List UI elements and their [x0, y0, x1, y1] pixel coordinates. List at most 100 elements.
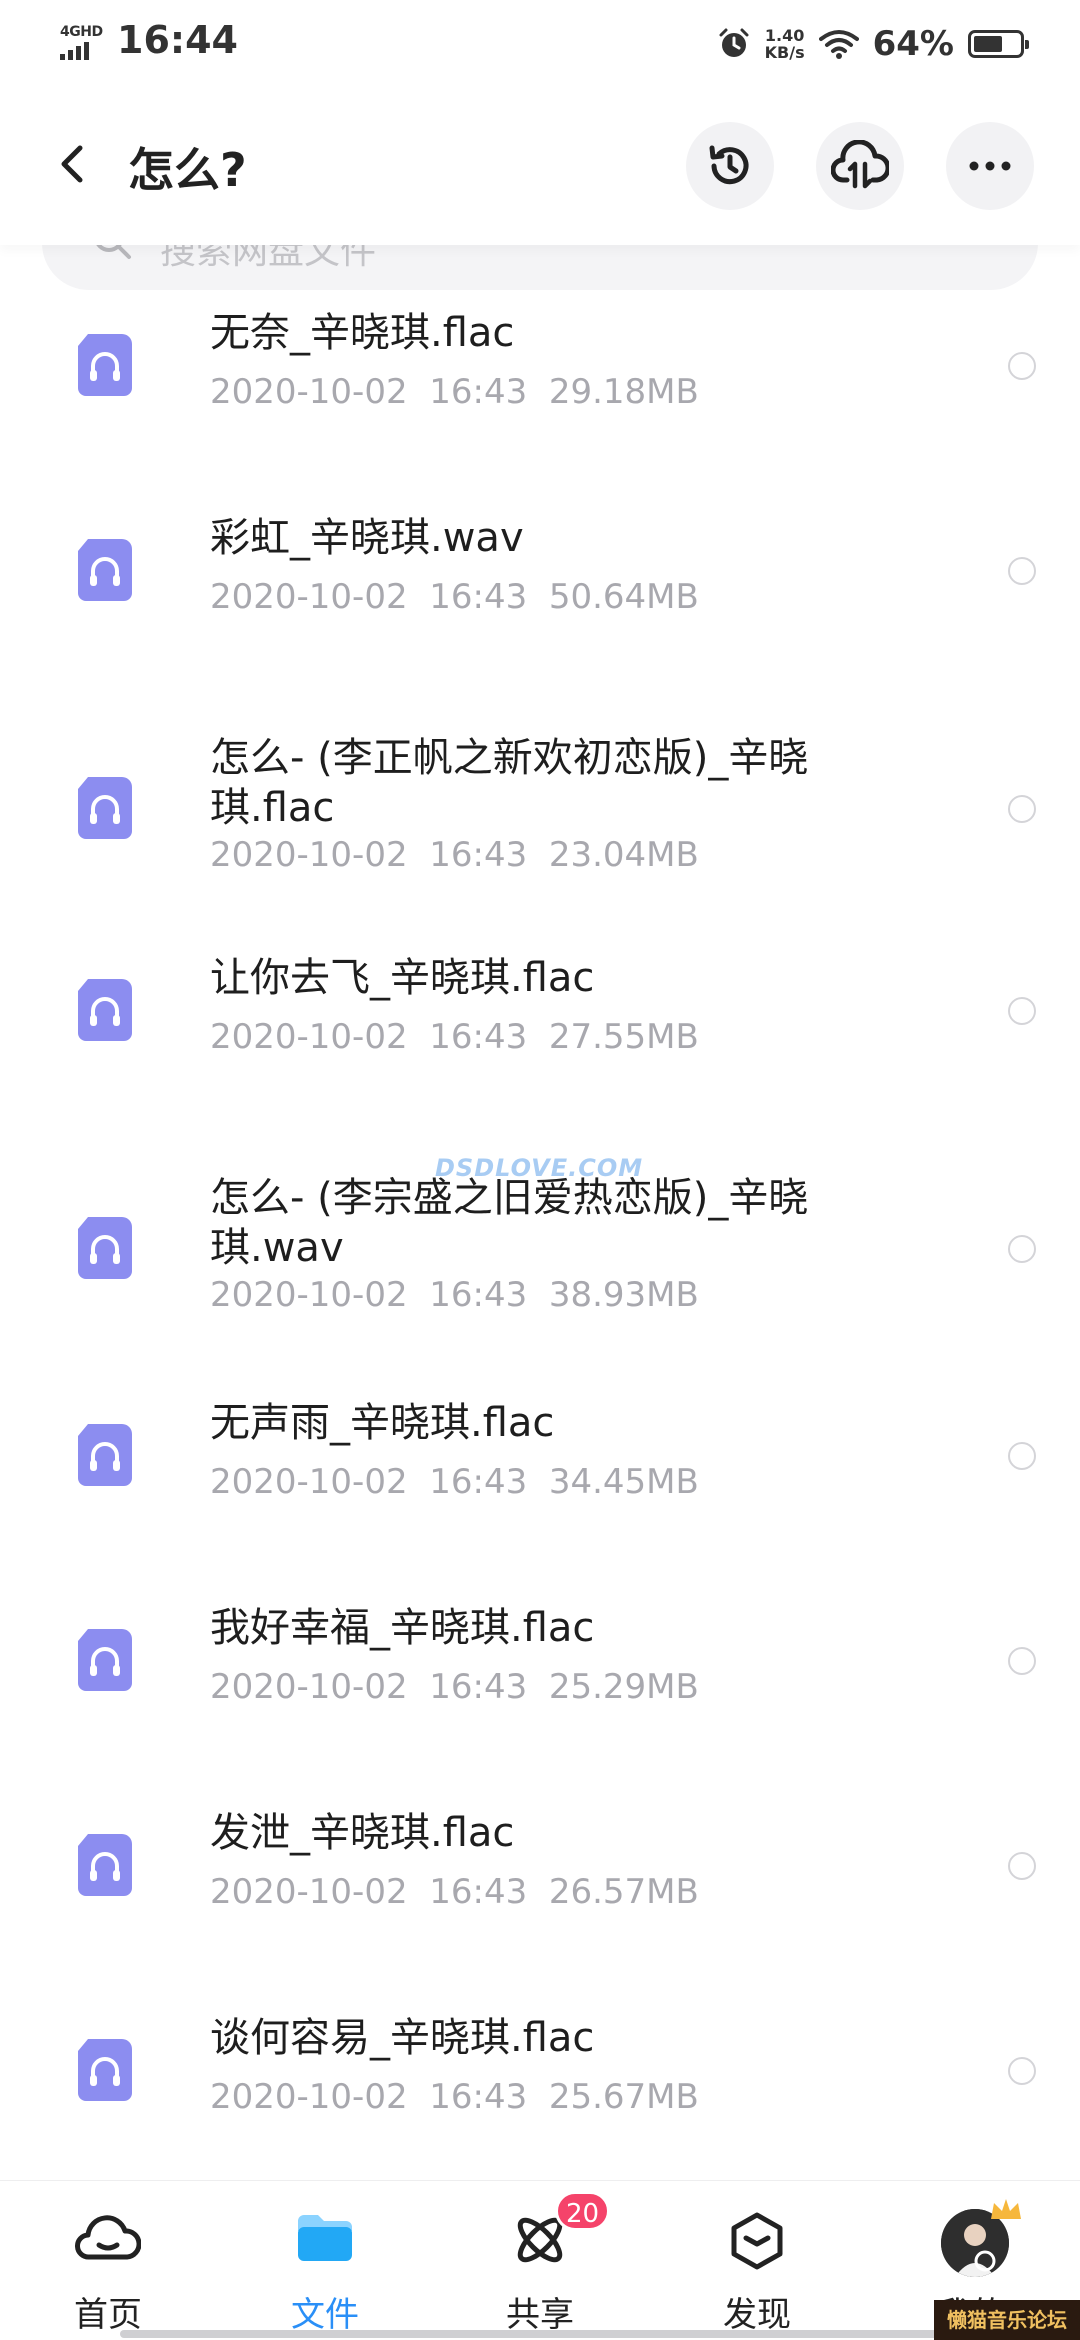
file-meta: 2020-10-02 16:43 23.04MB [210, 835, 699, 875]
tab-home-label: 首页 [74, 2295, 142, 2335]
file-date: 2020-10-02 [210, 1275, 408, 1315]
file-time: 16:43 [429, 1017, 528, 1057]
audio-file-icon [78, 1217, 132, 1279]
select-radio[interactable] [1008, 2057, 1036, 2085]
watermark: DSDLOVE.COM [435, 1154, 644, 1182]
tab-share[interactable]: 20 共享 [465, 2181, 615, 2340]
file-meta: 2020-10-02 16:43 27.55MB [210, 1017, 699, 1057]
cellular-signal-icon: 4GHD [60, 24, 106, 60]
audio-file-icon [78, 334, 132, 396]
page-title: 怎么? [128, 143, 247, 197]
file-row[interactable]: 怎么- (李正帆之新欢初恋版)_辛晓琪.flac 2020-10-02 16:43… [0, 725, 1080, 895]
discover-icon [731, 2212, 783, 2270]
file-meta: 2020-10-02 16:43 29.18MB [210, 372, 699, 412]
file-meta: 2020-10-02 16:43 26.57MB [210, 1872, 699, 1912]
file-meta: 2020-10-02 16:43 25.67MB [210, 2077, 699, 2117]
file-size: 23.04MB [548, 835, 699, 875]
file-size: 25.67MB [548, 2077, 699, 2117]
file-date: 2020-10-02 [210, 1872, 408, 1912]
battery-icon [968, 30, 1029, 58]
file-name: 彩虹_辛晓琪.wav [210, 515, 524, 561]
file-time: 16:43 [429, 835, 528, 875]
file-row[interactable]: 怎么- (李宗盛之旧爱热恋版)_辛晓琪.wav 2020-10-02 16:43 … [0, 1165, 1080, 1335]
tab-files[interactable]: 文件 [250, 2181, 400, 2340]
tab-discover[interactable]: 发现 [682, 2181, 832, 2340]
tab-files-label: 文件 [291, 2295, 359, 2335]
select-radio[interactable] [1008, 795, 1036, 823]
file-row[interactable]: 我好幸福_辛晓琪.flac 2020-10-02 16:43 25.29MB [0, 1595, 1080, 1715]
file-date: 2020-10-02 [210, 1667, 408, 1707]
share-badge: 20 [555, 2191, 611, 2231]
file-date: 2020-10-02 [210, 2077, 408, 2117]
file-name: 怎么- (李宗盛之旧爱热恋版)_辛晓琪.wav [210, 1175, 809, 1271]
select-radio[interactable] [1008, 557, 1036, 585]
file-time: 16:43 [429, 1275, 528, 1315]
network-speed: 1.40 KB/s [765, 27, 805, 61]
file-date: 2020-10-02 [210, 1017, 408, 1057]
file-row[interactable]: 无声雨_辛晓琪.flac 2020-10-02 16:43 34.45MB [0, 1390, 1080, 1510]
status-time: 16:44 [117, 18, 238, 62]
file-row[interactable]: 无奈_辛晓琪.flac 2020-10-02 16:43 29.18MB [0, 300, 1080, 420]
file-time: 16:43 [429, 1667, 528, 1707]
file-name: 发泄_辛晓琪.flac [210, 1810, 515, 1856]
cloud-transfer-icon [831, 140, 889, 189]
bottom-nav: 首页 文件 20 共享 发现 [0, 2180, 1080, 2340]
select-radio[interactable] [1008, 1235, 1036, 1263]
audio-file-icon [78, 1834, 132, 1896]
speed-value: 1.40 [764, 26, 805, 45]
select-radio[interactable] [1008, 1647, 1036, 1675]
folder-icon [298, 2215, 352, 2261]
file-name: 谈何容易_辛晓琪.flac [210, 2015, 595, 2061]
forum-stamp: 懒猫音乐论坛 [934, 2300, 1080, 2340]
select-radio[interactable] [1008, 1852, 1036, 1880]
file-name: 我好幸福_辛晓琪.flac [210, 1605, 595, 1651]
file-meta: 2020-10-02 16:43 25.29MB [210, 1667, 699, 1707]
alarm-icon [719, 28, 749, 57]
audio-file-icon [78, 777, 132, 839]
file-time: 16:43 [429, 372, 528, 412]
home-cloud-icon [75, 2215, 141, 2260]
home-indicator[interactable] [120, 2330, 960, 2338]
file-size: 50.64MB [548, 577, 699, 617]
speed-unit: KB/s [764, 43, 805, 62]
more-button[interactable] [946, 122, 1034, 210]
battery-percent: 64% [872, 24, 954, 64]
tab-home[interactable]: 首页 [33, 2181, 183, 2340]
history-button[interactable] [686, 122, 774, 210]
more-icon [969, 161, 1011, 171]
file-name: 怎么- (李正帆之新欢初恋版)_辛晓琪.flac [210, 735, 809, 831]
history-icon [709, 145, 749, 185]
file-name: 让你去飞_辛晓琪.flac [210, 955, 595, 1001]
file-row[interactable]: 让你去飞_辛晓琪.flac 2020-10-02 16:43 27.55MB [0, 945, 1080, 1065]
file-date: 2020-10-02 [210, 835, 408, 875]
tab-discover-label: 发现 [723, 2295, 791, 2335]
file-meta: 2020-10-02 16:43 34.45MB [210, 1462, 699, 1502]
file-row[interactable]: 彩虹_辛晓琪.wav 2020-10-02 16:43 50.64MB [0, 505, 1080, 625]
file-size: 29.18MB [548, 372, 699, 412]
audio-file-icon [78, 1629, 132, 1691]
tab-share-label: 共享 [506, 2295, 574, 2335]
wifi-icon [818, 30, 859, 59]
select-radio[interactable] [1008, 1442, 1036, 1470]
file-row[interactable]: 发泄_辛晓琪.flac 2020-10-02 16:43 26.57MB [0, 1800, 1080, 1920]
file-meta: 2020-10-02 16:43 50.64MB [210, 577, 699, 617]
file-time: 16:43 [429, 1872, 528, 1912]
file-size: 26.57MB [548, 1872, 699, 1912]
file-date: 2020-10-02 [210, 1462, 408, 1502]
back-arrow-icon[interactable] [50, 132, 96, 196]
file-row[interactable]: 谈何容易_辛晓琪.flac 2020-10-02 16:43 25.67MB [0, 2005, 1080, 2125]
file-size: 27.55MB [548, 1017, 699, 1057]
app-header: 怎么? [0, 110, 1080, 220]
select-radio[interactable] [1008, 352, 1036, 380]
status-bar: 4GHD 16:44 1.40 KB/s 64% [0, 0, 1080, 88]
file-name: 无声雨_辛晓琪.flac [210, 1400, 555, 1446]
file-size: 25.29MB [548, 1667, 699, 1707]
file-date: 2020-10-02 [210, 372, 408, 412]
file-time: 16:43 [429, 577, 528, 617]
transfer-button[interactable] [816, 122, 904, 210]
audio-file-icon [78, 2039, 132, 2101]
audio-file-icon [78, 539, 132, 601]
file-time: 16:43 [429, 1462, 528, 1502]
select-radio[interactable] [1008, 997, 1036, 1025]
file-time: 16:43 [429, 2077, 528, 2117]
